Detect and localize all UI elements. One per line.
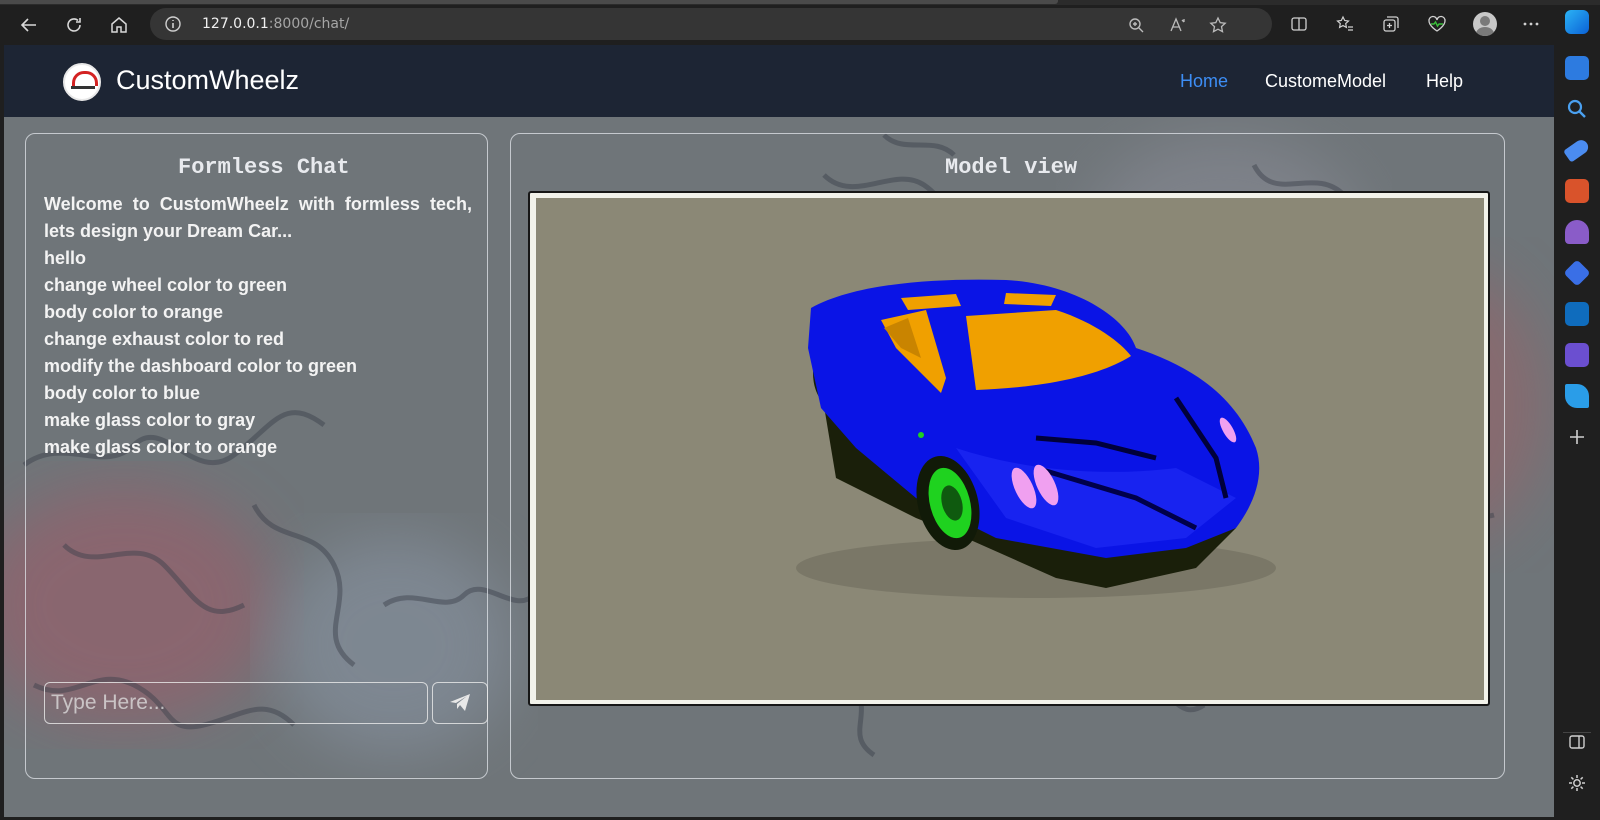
- url-text[interactable]: 127.0.0.1:8000/chat/: [202, 16, 349, 32]
- active-tab-indicator: [0, 0, 1058, 4]
- site-info-icon[interactable]: [164, 15, 182, 33]
- sidebar-toggle-icon[interactable]: [1565, 730, 1589, 754]
- chat-message: hello: [44, 248, 87, 268]
- model-view-title: Model view: [945, 155, 1078, 180]
- tools-icon[interactable]: [1565, 179, 1589, 203]
- chat-message: make glass color to orange: [44, 437, 278, 457]
- model-3d-canvas[interactable]: [536, 198, 1484, 700]
- chat-message: make glass color to gray: [44, 410, 256, 430]
- add-icon[interactable]: [1565, 425, 1589, 449]
- send-to-phone-icon[interactable]: [1565, 384, 1589, 408]
- send-icon: [450, 694, 470, 711]
- favorite-star-icon[interactable]: [1207, 14, 1229, 36]
- games-icon[interactable]: [1565, 220, 1589, 244]
- refresh-icon[interactable]: [59, 10, 89, 40]
- microsoft-365-icon[interactable]: [1563, 259, 1591, 287]
- app-navbar: CustomWheelz Home CustomeModel Help: [4, 45, 1554, 117]
- browser-toolbar: 127.0.0.1:8000/chat/: [0, 5, 1600, 42]
- chat-message: modify the dashboard color to green: [44, 356, 358, 376]
- chat-panel-title: Formless Chat: [178, 155, 350, 180]
- address-bar[interactable]: 127.0.0.1:8000/chat/: [150, 8, 1272, 40]
- chat-message: body color to orange: [44, 302, 224, 322]
- chat-message: change exhaust color to red: [44, 329, 285, 349]
- chat-message: body color to blue: [44, 383, 200, 403]
- nav-link-home[interactable]: Home: [1180, 71, 1228, 92]
- chat-message-list: Welcome to CustomWheelz with formless te…: [44, 191, 472, 461]
- collections-icon[interactable]: [1378, 11, 1404, 37]
- browser-essentials-icon[interactable]: [1424, 11, 1450, 37]
- split-screen-icon[interactable]: [1286, 11, 1312, 37]
- profile-avatar-icon[interactable]: [1473, 12, 1497, 36]
- notifications-icon[interactable]: [1565, 56, 1589, 80]
- car-model-render: [796, 279, 1276, 598]
- page-viewport: CustomWheelz Home CustomeModel Help Form…: [4, 45, 1554, 817]
- favorites-icon[interactable]: [1332, 11, 1358, 37]
- brand-logo[interactable]: [63, 63, 101, 101]
- nav-link-customemodel[interactable]: CustomeModel: [1265, 71, 1386, 92]
- home-icon[interactable]: [104, 10, 134, 40]
- read-aloud-icon[interactable]: [1167, 14, 1189, 36]
- outlook-icon[interactable]: [1565, 302, 1589, 326]
- shopping-tag-icon[interactable]: [1563, 137, 1591, 163]
- model-viewer-frame: [528, 191, 1490, 706]
- designer-icon[interactable]: [1565, 343, 1589, 367]
- chat-message-welcome: Welcome to CustomWheelz with formless te…: [44, 194, 472, 241]
- back-icon[interactable]: [14, 10, 44, 40]
- browser-sidebar: [1555, 42, 1600, 820]
- search-icon[interactable]: [1565, 97, 1589, 121]
- chat-input[interactable]: [44, 682, 428, 724]
- brand-name[interactable]: CustomWheelz: [116, 65, 299, 96]
- more-options-icon[interactable]: [1518, 11, 1544, 37]
- send-button[interactable]: [432, 682, 488, 724]
- zoom-icon[interactable]: [1125, 14, 1147, 36]
- chat-message: change wheel color to green: [44, 275, 288, 295]
- settings-gear-icon[interactable]: [1565, 771, 1589, 795]
- nav-link-help[interactable]: Help: [1426, 71, 1463, 92]
- copilot-icon[interactable]: [1565, 10, 1589, 34]
